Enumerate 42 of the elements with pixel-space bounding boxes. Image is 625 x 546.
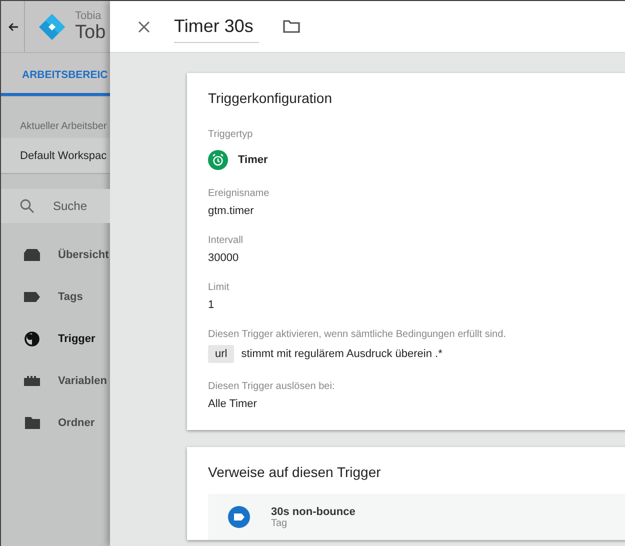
search-field[interactable]: Suche <box>1 189 110 223</box>
nav-item[interactable]: Variablen <box>1 360 110 402</box>
trigger-icon <box>24 331 40 347</box>
workspace-label: Aktueller Arbeitsber <box>19 120 108 134</box>
nav-item[interactable]: Tags <box>1 276 110 318</box>
trigger-type: Timer <box>238 154 268 166</box>
card-heading: Verweise auf diesen Trigger <box>208 464 382 480</box>
blocks-icon <box>24 376 40 386</box>
field-label: Diesen Trigger aktivieren, wenn sämtliche Bedingungen erfüllt sind. <box>208 329 507 340</box>
field-label: Intervall <box>208 235 244 246</box>
alarm-clock-icon <box>208 150 228 170</box>
container-name: Tob <box>75 22 106 44</box>
field-value: 30000 <box>208 252 240 264</box>
field-label: Ereignisname <box>208 188 270 199</box>
condition-text: stimmt mit regulärem Ausdruck überein .* <box>241 348 442 360</box>
diamond-logo-icon <box>39 14 65 40</box>
field-value: gtm.timer <box>208 205 255 217</box>
nav-item[interactable]: Ordner <box>1 402 110 444</box>
folder-button[interactable] <box>281 18 302 35</box>
tag-icon <box>228 506 250 528</box>
back-arrow-icon[interactable] <box>8 22 18 32</box>
nav-item[interactable]: Übersicht <box>1 234 110 276</box>
folder-icon <box>283 20 300 33</box>
field-label: Limit <box>208 282 230 293</box>
card-heading: Triggerkonfiguration <box>208 90 333 106</box>
trigger-name-field[interactable]: Timer 30s <box>174 16 259 43</box>
field-label: Diesen Trigger auslösen bei: <box>208 381 336 392</box>
reference-type: Tag <box>271 518 288 528</box>
close-icon <box>138 20 150 32</box>
nav-item[interactable]: Trigger <box>1 318 110 360</box>
tag-icon <box>24 292 40 302</box>
folder-icon <box>24 417 40 429</box>
account-name: Tobia <box>75 10 102 22</box>
variable-chip: url <box>208 345 234 363</box>
search-icon <box>20 199 34 213</box>
inbox-icon <box>24 249 40 261</box>
reference-name: 30s non-bounce <box>271 506 356 518</box>
field-value: 1 <box>208 299 216 311</box>
field-label: Triggertyp <box>208 129 254 140</box>
workspace-selector[interactable]: Default Workspac <box>1 138 110 174</box>
reference-item[interactable]: 30s non-bounce Tag <box>208 494 625 540</box>
field-value: Alle Timer <box>208 398 258 410</box>
